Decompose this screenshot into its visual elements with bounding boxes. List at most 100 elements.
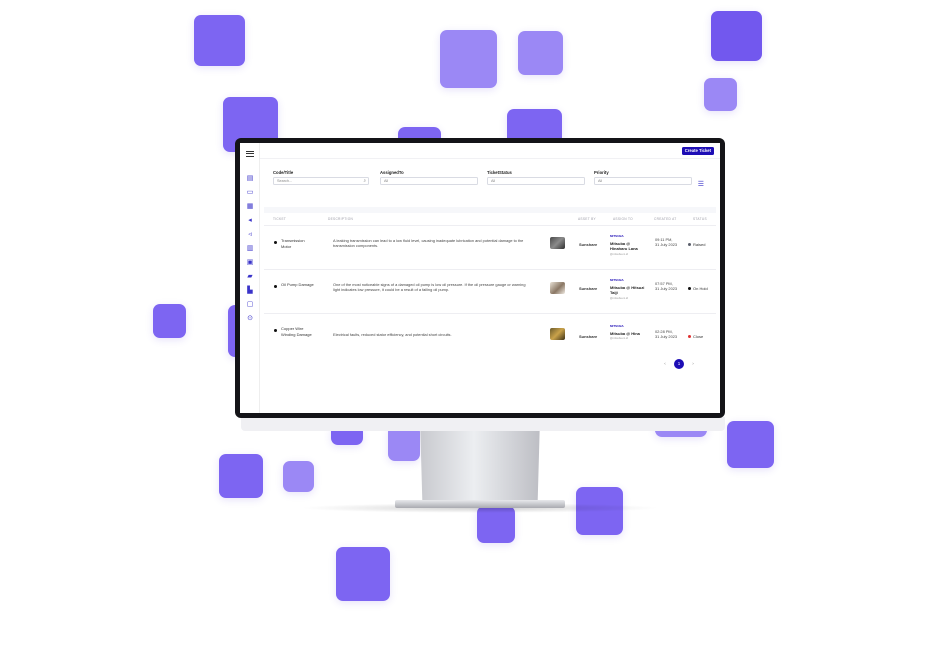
status-badge: Raised	[688, 242, 705, 247]
assignee: MITSUBA Mitsuba @ Hitsuzi Taiji @mitsuba…	[610, 278, 648, 300]
created-date: 31 July 2023	[655, 242, 678, 248]
assignee: MITSUBA Mitsuba @ Hina @mitsuba.co.id	[610, 324, 648, 340]
header-assign-to: ASSIGN TO	[613, 217, 633, 221]
decor-square	[153, 304, 186, 338]
chat-icon[interactable]: ▭	[246, 189, 254, 197]
settings-icon[interactable]: ⊙	[246, 315, 254, 323]
created-at: 07:57 PM, 31 July 2023	[655, 281, 677, 292]
assignee-brand: MITSUBA	[610, 234, 624, 238]
search-placeholder: Search...	[277, 179, 293, 183]
ticket-code: Oil Pump Damage	[281, 282, 314, 287]
ticket-code: Transmission Motor	[281, 238, 305, 249]
table-header: TICKET DESCRIPTION ASSET BY ASSIGN TO CR…	[264, 213, 716, 225]
assigned-to-label: AssignedTo	[380, 170, 404, 175]
lock-icon[interactable]: ▢	[246, 301, 254, 309]
code-title-filter: Code/Title Search... ⌕	[273, 170, 369, 185]
main-content: Code/Title Search... ⌕ AssignedTo All Ti…	[264, 163, 716, 375]
row-bullet	[274, 285, 277, 288]
priority-filter: Priority All	[594, 170, 692, 185]
page-1-button[interactable]: 1	[674, 359, 684, 369]
header-ticket: TICKET	[273, 217, 287, 221]
hamburger-icon[interactable]	[246, 151, 254, 157]
prev-page-button[interactable]: ‹	[660, 359, 670, 369]
ticket-description: Electrical faults, reduced stator effici…	[333, 332, 452, 337]
ticket-status-select[interactable]: All	[487, 177, 585, 185]
sidebar: ▤ ▭ ▦ ◂ ◃ ▥ ▣ ▰ ▙ ▢ ⊙	[240, 143, 260, 413]
code-title-label: Code/Title	[273, 170, 294, 175]
header-asset-by: ASSET BY	[578, 217, 596, 221]
decor-square	[711, 11, 762, 61]
ticket-code: Copper Wire Winding Damage	[281, 326, 312, 337]
building-icon[interactable]: ▥	[246, 245, 254, 253]
car-icon[interactable]: ▰	[246, 273, 254, 281]
created-at: 02:28 PM, 31 July 2023	[655, 329, 677, 340]
decor-square	[219, 454, 263, 498]
assignee-brand: MITSUBA	[610, 324, 624, 328]
decor-square	[440, 30, 497, 88]
header-created-at: CREATED AT	[654, 217, 677, 221]
decor-square	[518, 31, 563, 75]
calendar-icon[interactable]: ▣	[246, 259, 254, 267]
status-label: On Hold	[693, 286, 708, 291]
priority-select[interactable]: All	[594, 177, 692, 185]
asset-by: Sunshare	[579, 334, 598, 339]
file-icon[interactable]: ▤	[246, 175, 254, 183]
row-bullet	[274, 241, 277, 244]
status-badge: Close	[688, 334, 703, 339]
next-page-button[interactable]: ›	[688, 359, 698, 369]
table-row[interactable]: Copper Wire Winding Damage Electrical fa…	[264, 313, 716, 357]
asset-thumbnail	[550, 328, 565, 340]
assignee: MITSUBA Mitsuba @ Hinaharu Lana @mitsuba…	[610, 234, 648, 256]
assignee-email: @mitsuba.co.id	[610, 252, 628, 256]
created-date: 31 July 2023	[655, 286, 678, 292]
hero-scene: ▤ ▭ ▦ ◂ ◃ ▥ ▣ ▰ ▙ ▢ ⊙ Create Ticket Code…	[0, 0, 928, 656]
status-label: Close	[693, 334, 704, 339]
ticket-description: One of the most noticeable signs of a da…	[333, 282, 526, 293]
asset-by: Sunshare	[579, 242, 598, 247]
header-status: STATUS	[693, 217, 707, 221]
monitor-screen: ▤ ▭ ▦ ◂ ◃ ▥ ▣ ▰ ▙ ▢ ⊙ Create Ticket Code…	[240, 143, 720, 413]
monitor-base	[395, 500, 565, 508]
search-input[interactable]: Search... ⌕	[273, 177, 369, 185]
status-badge: On Hold	[688, 286, 708, 291]
table-row[interactable]: Transmission Motor A leaking transmissio…	[264, 225, 716, 269]
truck-icon[interactable]: ▙	[246, 287, 254, 295]
filter-bar: Code/Title Search... ⌕ AssignedTo All Ti…	[264, 163, 716, 207]
pagination: ‹ 1 ›	[660, 359, 700, 369]
header-description: DESCRIPTION	[328, 217, 354, 221]
created-date: 31 July 2023	[655, 334, 678, 340]
assigned-to-select[interactable]: All	[380, 177, 478, 185]
row-bullet	[274, 329, 277, 332]
status-dot	[688, 243, 691, 247]
assignee-name: Mitsuba @ Hinaharu Lana	[610, 241, 638, 252]
top-bar: Create Ticket	[260, 143, 720, 159]
document-icon[interactable]: ▦	[246, 203, 254, 211]
status-dot	[688, 335, 691, 339]
priority-label: Priority	[594, 170, 609, 175]
filter-list-icon[interactable]: ☰	[698, 180, 704, 188]
decor-square	[727, 421, 774, 468]
tag-icon[interactable]: ◂	[246, 217, 254, 225]
decor-square	[704, 78, 737, 111]
status-dot	[688, 287, 691, 291]
assignee-email: @mitsuba.co.id	[610, 337, 628, 341]
asset-by: Sunshare	[579, 286, 598, 291]
asset-thumbnail	[550, 282, 565, 294]
ticket-status-label: TicketStatus	[487, 170, 512, 175]
megaphone-icon[interactable]: ◃	[246, 231, 254, 239]
create-ticket-button[interactable]: Create Ticket	[681, 147, 714, 155]
decor-square	[283, 461, 314, 492]
decor-square	[194, 15, 245, 66]
tickets-table: TICKET DESCRIPTION ASSET BY ASSIGN TO CR…	[264, 213, 716, 375]
decor-square	[336, 547, 390, 601]
ticket-description: A leaking transmission can lead to a low…	[333, 238, 524, 249]
table-row[interactable]: Oil Pump Damage One of the most noticeab…	[264, 269, 716, 313]
status-label: Raised	[693, 242, 706, 247]
monitor-chin	[241, 417, 725, 431]
assigned-to-filter: AssignedTo All	[380, 170, 478, 185]
search-icon: ⌕	[363, 178, 366, 183]
asset-thumbnail	[550, 237, 565, 249]
assignee-name: Mitsuba @ Hitsuzi Taiji	[610, 285, 645, 296]
created-at: 09:11 PM, 31 July 2023	[655, 237, 677, 248]
ticket-status-filter: TicketStatus All	[487, 170, 585, 185]
